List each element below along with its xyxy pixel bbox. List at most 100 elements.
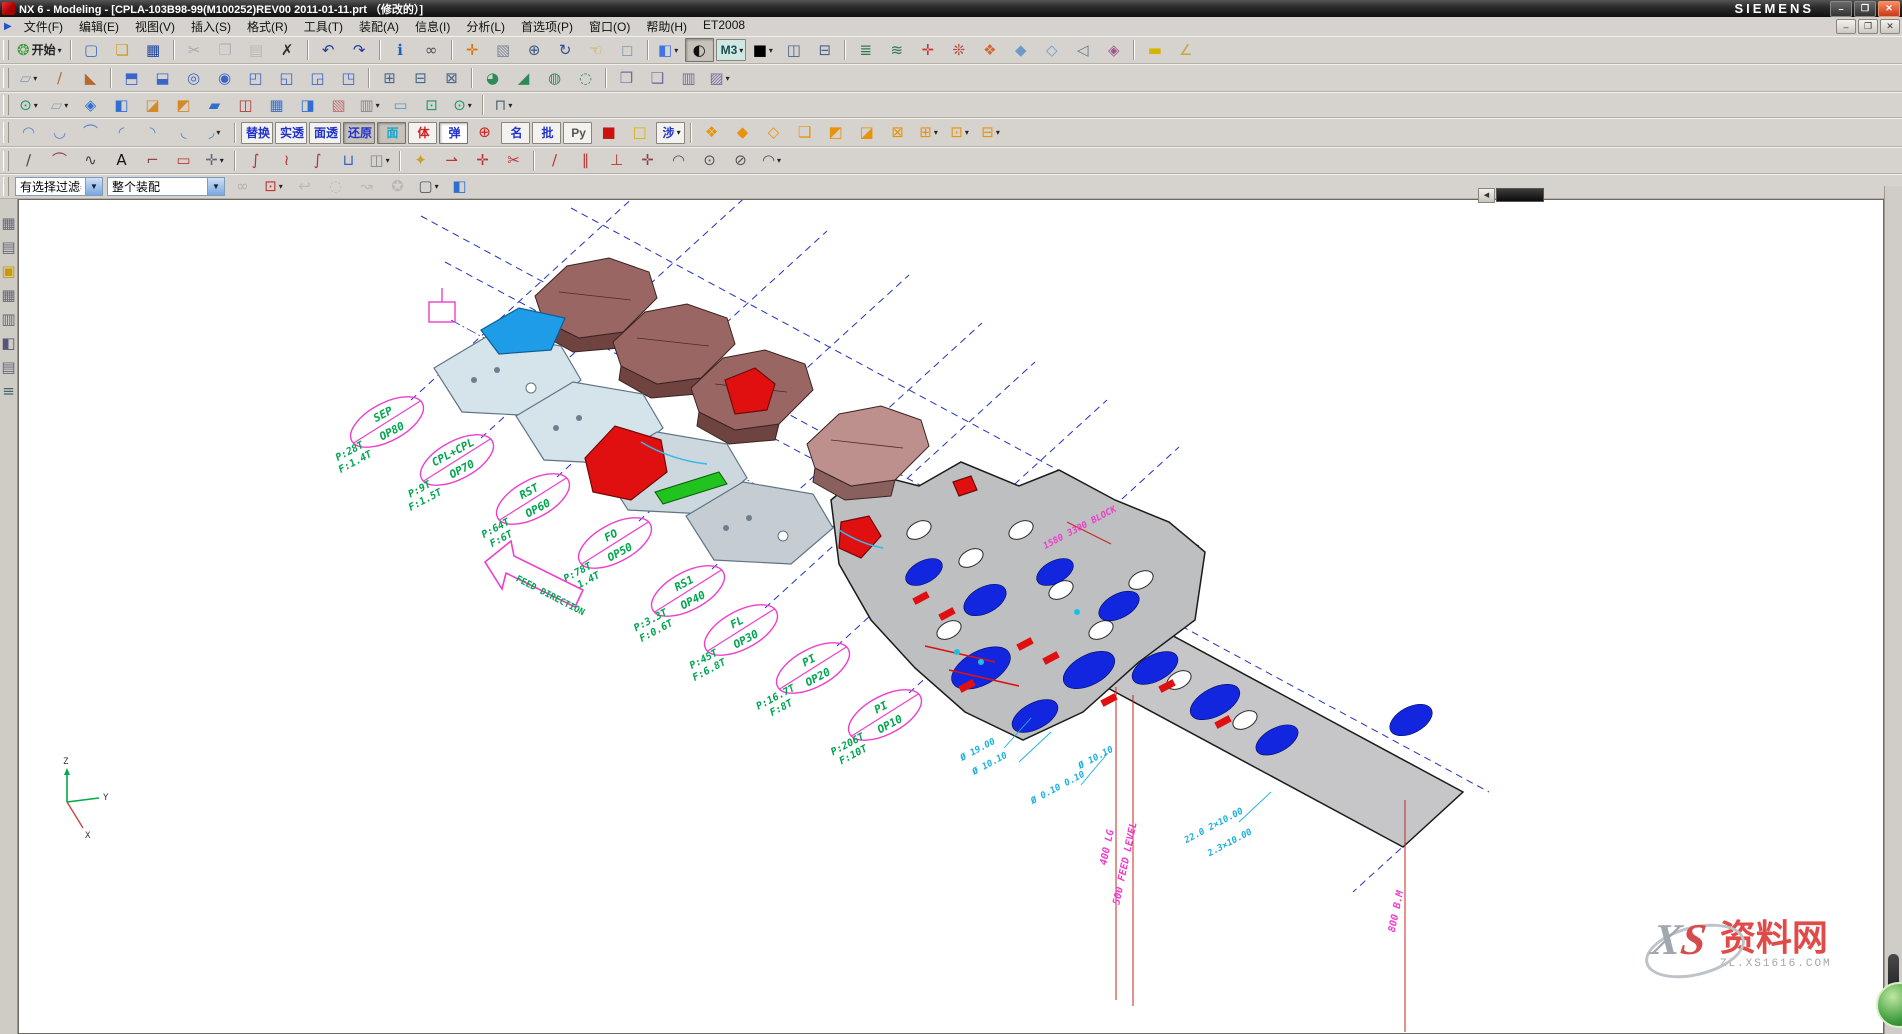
cube-select-icon[interactable]: ◧	[445, 175, 474, 199]
graphics-window[interactable]: SEPOP80P:28TF:1.4TCPL+CPLOP70P:9TF:1.5TR…	[18, 199, 1884, 1034]
sew-icon[interactable]: ▨▾	[705, 66, 734, 90]
rotate-component-icon[interactable]: ◆	[728, 121, 757, 145]
name-button[interactable]: 名	[501, 122, 530, 144]
assembly-constraints-icon[interactable]: ⊡▾	[945, 121, 974, 145]
sketch-icon[interactable]: ⊙▾	[14, 93, 43, 117]
pocket-icon[interactable]: ◰	[241, 66, 270, 90]
scroll-left-icon[interactable]: ◀	[1478, 188, 1495, 203]
corner-icon[interactable]: ⌐	[138, 149, 167, 173]
offset-face-icon[interactable]: ◨	[293, 93, 322, 117]
zoom-region-icon[interactable]: ▧	[489, 38, 518, 62]
blue-lifter-part[interactable]	[481, 308, 565, 354]
new-file-icon[interactable]: ▢	[77, 38, 106, 62]
selection-scope-dropdown-icon[interactable]: ▼	[207, 178, 224, 195]
datum-plane2-icon[interactable]: ▱▾	[45, 93, 74, 117]
groove-icon[interactable]: ◳	[334, 66, 363, 90]
project-curve-icon[interactable]: ◫▾	[365, 149, 394, 173]
tube-icon[interactable]: ▰	[200, 93, 229, 117]
solid-transparent-button[interactable]: 实透	[275, 122, 307, 144]
edge-blend-icon[interactable]: ◕	[478, 66, 507, 90]
spring-button[interactable]: 弹	[439, 122, 468, 144]
close-button[interactable]: ✕	[1878, 1, 1900, 17]
clip-section-icon[interactable]: ⊟	[810, 38, 839, 62]
strip-part[interactable]	[831, 462, 1437, 761]
open-file-icon[interactable]: ❏	[108, 38, 137, 62]
redo-icon[interactable]: ↷	[345, 38, 374, 62]
menu-item-5[interactable]: 工具(T)	[296, 17, 351, 36]
text-curve-icon[interactable]: A	[107, 149, 136, 173]
boss-icon[interactable]: ◉	[210, 66, 239, 90]
selection-filter-dropdown-icon[interactable]: ▼	[85, 178, 102, 195]
arc-icon[interactable]: ⌒	[45, 149, 74, 173]
sweep-icon[interactable]: ◪	[138, 93, 167, 117]
divide-curve-icon[interactable]: ≀	[272, 149, 301, 173]
trim-body-icon[interactable]: ❒	[612, 66, 641, 90]
subtract-icon[interactable]: ⊟	[406, 66, 435, 90]
shell-icon[interactable]: ◍	[540, 66, 569, 90]
swept-icon[interactable]: ◩	[169, 93, 198, 117]
cube-feature-icon[interactable]: ◈	[76, 93, 105, 117]
menu-item-2[interactable]: 视图(V)	[127, 17, 183, 36]
suppress-component-icon[interactable]: ⊠	[883, 121, 912, 145]
conic-icon[interactable]: ◠▾	[757, 149, 786, 173]
menu-item-10[interactable]: 窗口(O)	[581, 17, 638, 36]
spline-icon[interactable]: ∿	[76, 149, 105, 173]
box-primitive-icon[interactable]: ▭	[386, 93, 415, 117]
menu-item-7[interactable]: 信息(I)	[407, 17, 458, 36]
pan-view-icon[interactable]: ☜	[582, 38, 611, 62]
menu-item-12[interactable]: ET2008	[695, 17, 753, 36]
doc-minimize-button[interactable]: –	[1836, 19, 1856, 34]
doc-close-button[interactable]: ✕	[1880, 19, 1900, 34]
yellow-cube-icon[interactable]: □	[625, 121, 654, 145]
blank-cutout[interactable]	[1385, 698, 1438, 743]
cad-canvas[interactable]: SEPOP80P:28TF:1.4TCPL+CPLOP70P:9TF:1.5TR…	[19, 200, 1884, 1034]
assembly-navigator-icon[interactable]: ≣	[851, 38, 880, 62]
move-component-icon[interactable]: ❖	[697, 121, 726, 145]
interference-button[interactable]: 涉▾	[656, 122, 685, 144]
mirror-component-icon[interactable]: ◩	[821, 121, 850, 145]
parallel-icon[interactable]: ∥	[571, 149, 600, 173]
undo-icon[interactable]: ↶	[314, 38, 343, 62]
thread-icon[interactable]: ◌	[571, 66, 600, 90]
m3-button[interactable]: M3▾	[716, 39, 747, 61]
drag-component-icon[interactable]: ◇	[759, 121, 788, 145]
menu-item-4[interactable]: 格式(R)	[239, 17, 296, 36]
shaded-view-icon[interactable]: ◧▾	[654, 38, 683, 62]
wave-link-icon[interactable]: ⊓▾	[489, 93, 518, 117]
fit-view-icon[interactable]: ✛	[458, 38, 487, 62]
restore-button-win[interactable]: ❐	[1854, 1, 1876, 17]
datum-plane-icon[interactable]: ▱▾	[14, 66, 43, 90]
measure-distance-icon[interactable]: ▬	[1140, 38, 1169, 62]
menu-item-0[interactable]: 文件(F)	[16, 17, 71, 36]
rectangle-icon[interactable]: ▭	[169, 149, 198, 173]
start-menu-button[interactable]: ❂开始▾	[14, 38, 65, 62]
red-cube-icon[interactable]: ■	[594, 121, 623, 145]
sketch-line-icon[interactable]: ∕	[540, 149, 569, 173]
black-swatch[interactable]: ■▾	[748, 38, 777, 62]
selection-filter-combo[interactable]: 有选择过滤器 ▼	[15, 177, 103, 196]
emboss-icon[interactable]: ▦	[262, 93, 291, 117]
erase-display-icon[interactable]: ◈	[1099, 38, 1128, 62]
bridge-surface-icon[interactable]: ◝	[138, 121, 167, 145]
selection-scope-combo[interactable]: 整个装配 ▼	[107, 177, 225, 196]
point-icon[interactable]: ⊡	[417, 93, 446, 117]
snip-curve-icon[interactable]: ✂	[499, 149, 528, 173]
constraints-icon[interactable]: ❊	[944, 38, 973, 62]
draft-icon[interactable]: ▧	[324, 93, 353, 117]
revolve-icon[interactable]: ⬓	[148, 66, 177, 90]
circle-icon[interactable]: ⊙	[695, 149, 724, 173]
snap-point-icon[interactable]: ⊡▾	[259, 175, 288, 199]
face-display-button[interactable]: 面	[377, 122, 406, 144]
delete-icon[interactable]: ✗	[273, 38, 302, 62]
split-body-icon[interactable]: ❑	[643, 66, 672, 90]
datum-csys-icon[interactable]: ◣	[76, 66, 105, 90]
scroll-thumb[interactable]	[1496, 188, 1544, 202]
tangent-arc-icon[interactable]: ◠	[664, 149, 693, 173]
cross-curve-icon[interactable]: ✛	[468, 149, 497, 173]
zoom-in-out-icon[interactable]: ⊕	[520, 38, 549, 62]
select-diamond-icon[interactable]: ◁	[1068, 38, 1097, 62]
key-icon[interactable]: ✦	[406, 149, 435, 173]
menu-item-9[interactable]: 首选项(P)	[513, 17, 581, 36]
viewport-top-scrollbar[interactable]: ◀	[1478, 188, 1544, 202]
menu-item-11[interactable]: 帮助(H)	[638, 17, 695, 36]
